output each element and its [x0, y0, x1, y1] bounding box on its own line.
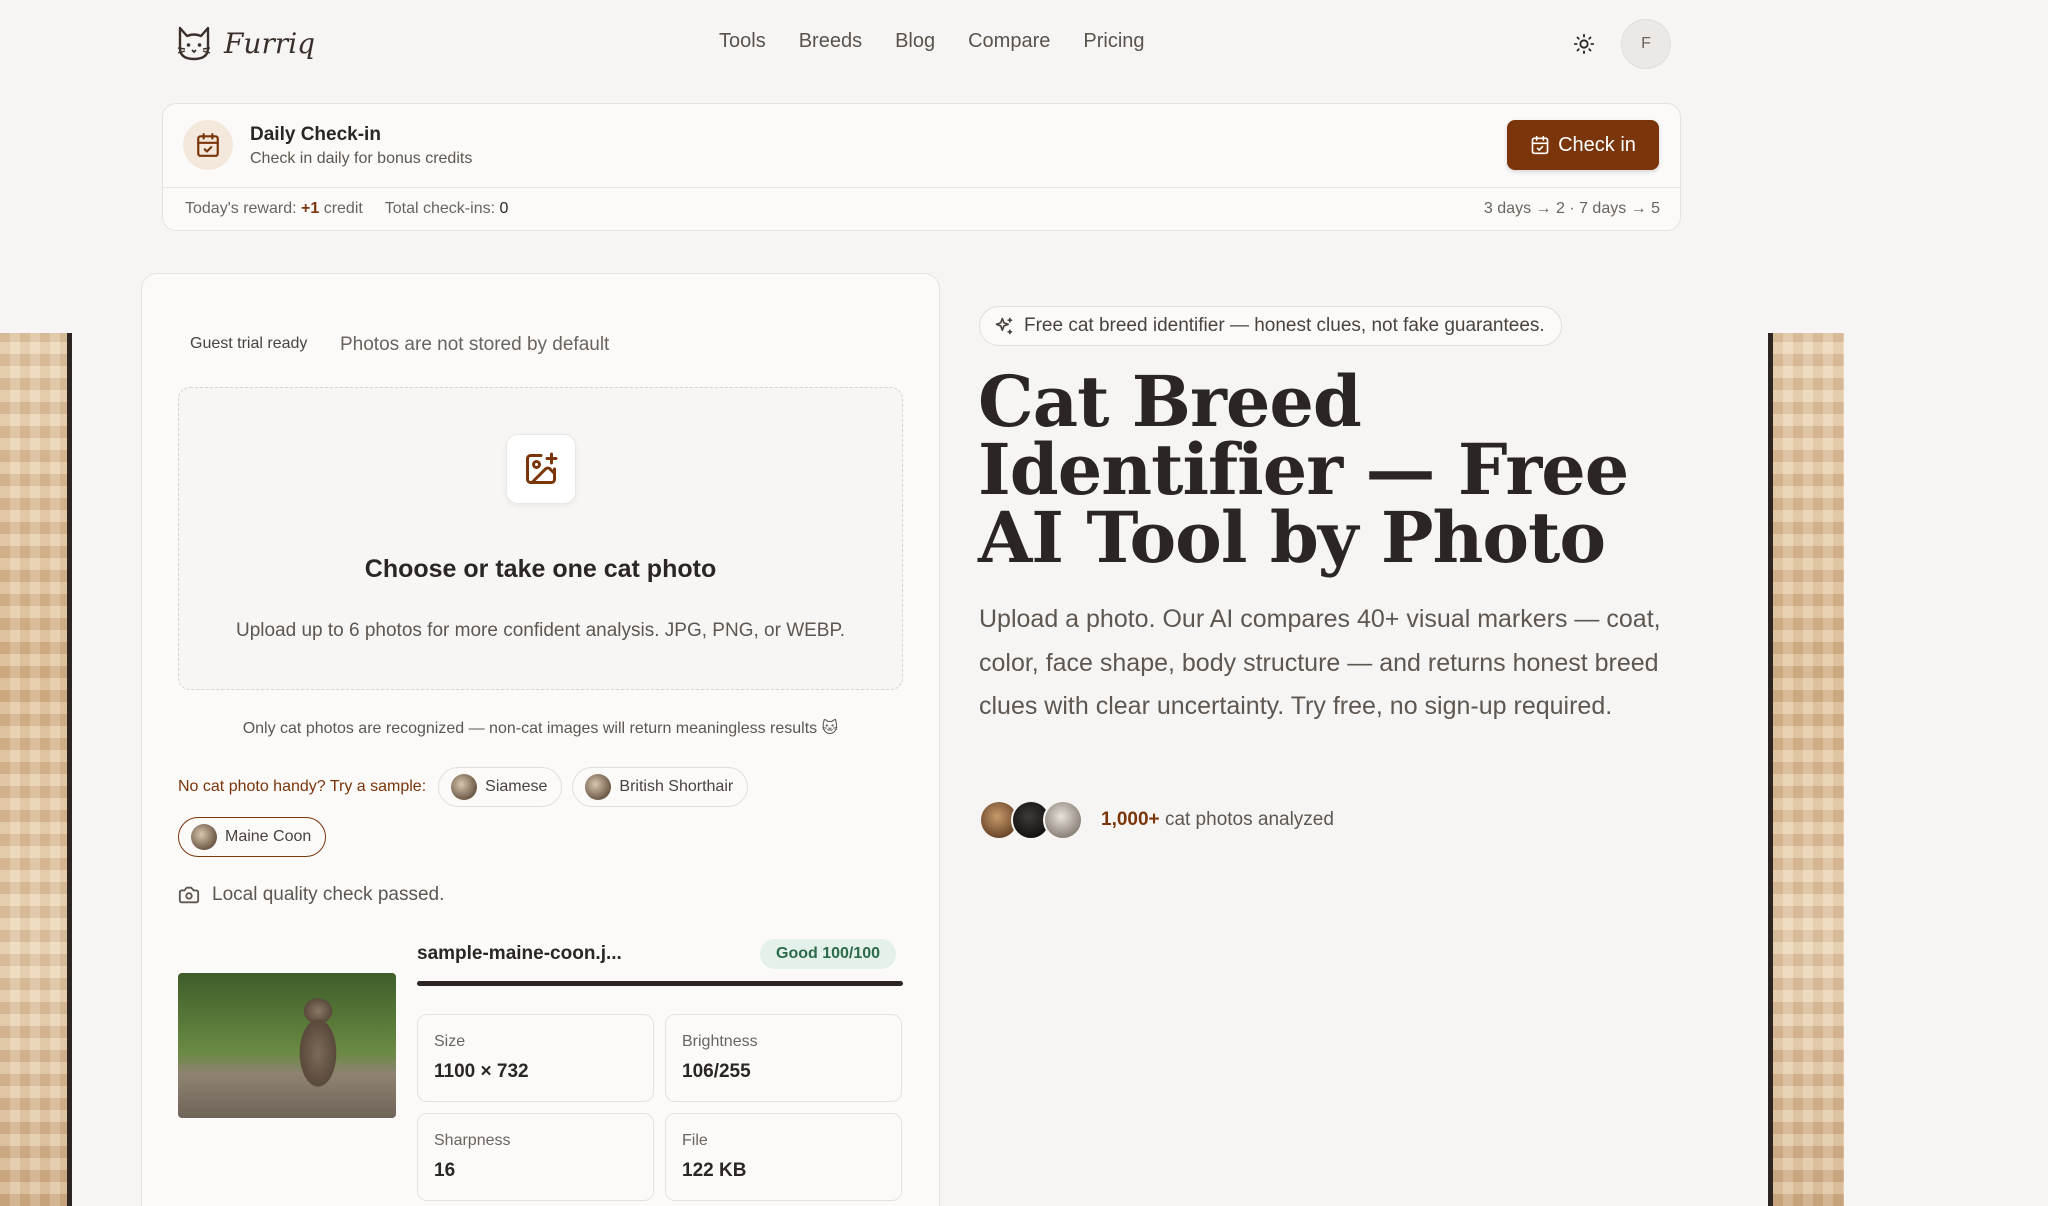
sample-chip-maine-coon[interactable]: Maine Coon [178, 817, 327, 857]
sun-icon [1573, 33, 1595, 55]
streak-info: 3 days → 2 · 7 days → 5 [1483, 200, 1660, 217]
stat-value: 1100 × 732 [434, 1061, 529, 1082]
feature-pill-text: Free cat breed identifier — honest clues… [1024, 315, 1545, 336]
brand-name: Furriq [224, 26, 316, 60]
social-proof-count: 1,000+ [1101, 809, 1160, 830]
page-title: Cat Breed Identifier — Free AI Tool by P… [978, 360, 1629, 579]
image-plus-icon [526, 452, 558, 484]
quality-note: Local quality check passed. [212, 884, 445, 905]
stat-label: File [682, 1132, 708, 1149]
stat-card-size: Size 1100 × 732 [417, 1014, 654, 1102]
decorative-side-art-left [0, 333, 72, 1206]
photo-dropzone[interactable]: Choose or take one cat photo Upload up t… [178, 387, 903, 690]
quality-progress-fill [417, 981, 903, 986]
daily-checkin-card: Daily Check-in Check in daily for bonus … [162, 103, 1681, 231]
stat-value: 16 [434, 1160, 456, 1181]
checkin-badge [183, 120, 233, 170]
sample-thumbnail [585, 774, 612, 800]
stat-card-brightness: Brightness 106/255 [665, 1014, 902, 1102]
sample-chip-british-shorthair[interactable]: British Shorthair [572, 767, 749, 807]
sample-chip-label: Siamese [485, 778, 548, 795]
file-name: sample-maine-coon.j... [417, 943, 622, 964]
cat-logo-icon [177, 26, 211, 61]
decorative-side-art-right [1768, 333, 1844, 1206]
main-nav: Tools Breeds Blog Compare Pricing [719, 30, 1145, 53]
sample-label: No cat photo handy? Try a sample: [178, 778, 427, 795]
sample-thumbnail [451, 774, 478, 800]
sample-row-2: Maine Coon [178, 817, 327, 857]
dropzone-subtitle: Upload up to 6 photos for more confident… [235, 620, 845, 641]
quality-progress-bar [417, 981, 903, 986]
stat-label: Sharpness [434, 1132, 511, 1149]
sample-thumbnail [191, 824, 217, 850]
site-header: Furriq Tools Breeds Blog Compare Pricing… [0, 0, 2048, 88]
checkin-header: Daily Check-in Check in daily for bonus … [163, 104, 1680, 188]
reward-unit: credit [323, 200, 363, 217]
feature-pill: Free cat breed identifier — honest clues… [979, 306, 1562, 346]
checkin-stats: Today's reward: +1 credit Total check-in… [185, 200, 508, 218]
guest-trial-badge: Guest trial ready [190, 335, 308, 352]
social-proof-text: 1,000+ cat photos analyzed [1101, 809, 1334, 831]
cat-avatar [1043, 800, 1083, 840]
total-checkins-label: Total check-ins: [384, 200, 496, 217]
camera-icon [178, 886, 200, 904]
brand-logo[interactable]: Furriq [176, 24, 315, 62]
social-proof: 1,000+ cat photos analyzed [979, 800, 1334, 840]
sample-chip-label: Maine Coon [225, 828, 312, 845]
quality-check-status: Local quality check passed. [178, 884, 444, 906]
check-in-button[interactable]: Check in [1507, 120, 1659, 170]
stat-value: 106/255 [682, 1061, 751, 1082]
uploaded-photo-thumbnail[interactable] [178, 973, 396, 1118]
dropzone-title: Choose or take one cat photo [364, 555, 717, 583]
sample-chip-label: British Shorthair [619, 778, 734, 795]
cat-only-warning: Only cat photos are recognized — non-cat… [242, 720, 839, 737]
calendar-check-icon [1531, 135, 1549, 155]
stat-value: 122 KB [682, 1160, 747, 1181]
stat-label: Brightness [682, 1033, 758, 1050]
reward-label: Today's reward: [185, 200, 297, 217]
sample-chip-siamese[interactable]: Siamese [438, 767, 563, 807]
user-avatar[interactable]: F [1621, 19, 1671, 69]
stat-label: Size [434, 1033, 466, 1050]
nav-item-pricing[interactable]: Pricing [1083, 30, 1144, 53]
nav-item-tools[interactable]: Tools [719, 30, 766, 53]
check-in-button-label: Check in [1558, 133, 1636, 156]
social-proof-label: cat photos analyzed [1164, 809, 1334, 830]
nav-item-blog[interactable]: Blog [895, 30, 935, 53]
checkin-subtitle: Check in daily for bonus credits [250, 150, 473, 167]
upload-icon-box [506, 434, 576, 504]
quality-score-badge: Good 100/100 [760, 939, 897, 969]
total-checkins-value: 0 [499, 200, 509, 217]
sparkles-icon [995, 317, 1013, 335]
reward-value: +1 [301, 200, 320, 217]
checkin-title: Daily Check-in [250, 124, 381, 145]
hero-description: Upload a photo. Our AI compares 40+ visu… [979, 605, 1661, 720]
nav-item-breeds[interactable]: Breeds [799, 30, 862, 53]
privacy-note: Photos are not stored by default [340, 334, 610, 355]
calendar-check-icon [197, 133, 219, 157]
sample-row: No cat photo handy? Try a sample: Siames… [178, 767, 749, 807]
theme-toggle-button[interactable] [1570, 30, 1598, 58]
stat-card-file: File 122 KB [665, 1113, 902, 1201]
nav-item-compare[interactable]: Compare [968, 30, 1050, 53]
stat-card-sharpness: Sharpness 16 [417, 1113, 654, 1201]
